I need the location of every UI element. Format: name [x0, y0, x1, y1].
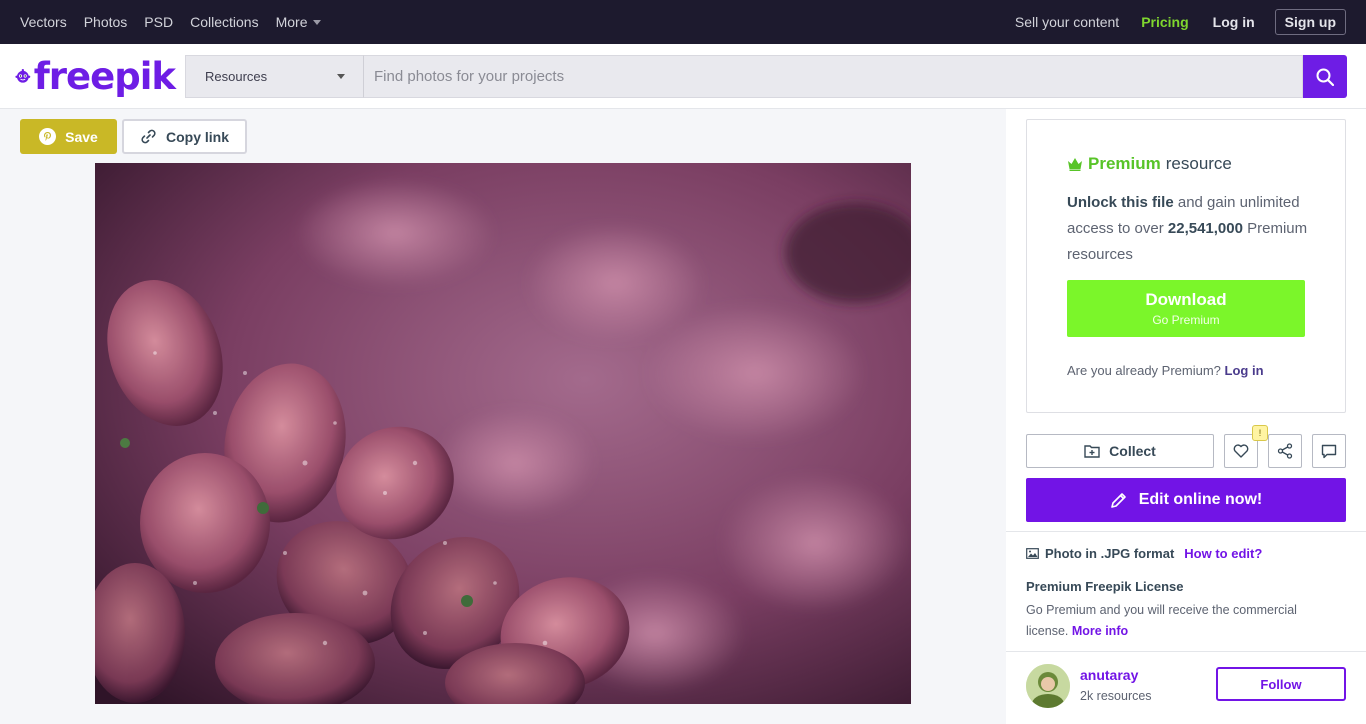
search-bar: Resources: [185, 55, 1347, 98]
collect-label: Collect: [1109, 443, 1156, 459]
search-button[interactable]: [1303, 55, 1347, 98]
author-block: anutaray 2k resources Follow: [1026, 664, 1346, 710]
premium-login-link[interactable]: Log in: [1225, 363, 1264, 378]
nav-more-label: More: [275, 14, 308, 30]
sidebar-panel: Premium resource Unlock this file and ga…: [1006, 109, 1366, 724]
nav-sell-content[interactable]: Sell your content: [1015, 14, 1119, 30]
premium-card: Premium resource Unlock this file and ga…: [1026, 119, 1346, 413]
link-icon: [141, 129, 156, 144]
download-button[interactable]: Download Go Premium: [1067, 280, 1305, 337]
crown-icon: [1068, 158, 1082, 171]
nav-pricing[interactable]: Pricing: [1141, 14, 1188, 30]
edit-online-label: Edit online now!: [1138, 491, 1263, 508]
edit-online-button[interactable]: Edit online now!: [1026, 478, 1346, 522]
comment-button[interactable]: [1312, 434, 1346, 468]
comment-icon: [1321, 444, 1337, 458]
more-info-link[interactable]: More info: [1072, 624, 1128, 638]
author-resource-count: 2k resources: [1080, 689, 1152, 703]
copy-link-label: Copy link: [165, 128, 229, 145]
save-pinterest-button[interactable]: Save: [20, 119, 117, 154]
divider: [1006, 651, 1366, 652]
collect-button[interactable]: Collect: [1026, 434, 1214, 468]
already-premium: Are you already Premium? Log in: [1067, 363, 1264, 378]
action-row: Collect: [1026, 434, 1346, 468]
pinterest-icon: [39, 128, 57, 145]
author-avatar-image: [1026, 664, 1070, 708]
logo-text: freepik: [33, 54, 176, 98]
nav-vectors[interactable]: Vectors: [20, 14, 67, 30]
nav-photos[interactable]: Photos: [84, 14, 128, 30]
lilac-flowers-photo: [95, 163, 911, 704]
license-title: Premium Freepik License: [1026, 579, 1184, 594]
search-icon: [1316, 68, 1334, 86]
freepik-logo[interactable]: freepik: [15, 54, 176, 98]
folder-plus-icon: [1084, 445, 1100, 458]
file-format: Photo in .JPG format: [1045, 546, 1175, 561]
preview-area: Save Copy link: [0, 109, 1006, 724]
license-text: Go Premium and you will receive the comm…: [1026, 600, 1326, 642]
heart-icon: [1233, 444, 1249, 458]
top-nav-right: Sell your content Pricing Log in Sign up: [993, 9, 1346, 35]
author-name[interactable]: anutaray: [1080, 667, 1138, 683]
nav-psd[interactable]: PSD: [144, 14, 173, 30]
follow-button[interactable]: Follow: [1216, 667, 1346, 701]
save-label: Save: [65, 128, 98, 145]
notification-badge: !: [1252, 425, 1268, 441]
download-sublabel: Go Premium: [1152, 313, 1220, 327]
license-description: Go Premium and you will receive the comm…: [1026, 603, 1297, 638]
premium-word: Premium: [1088, 154, 1161, 173]
top-nav: Vectors Photos PSD Collections More Sell…: [0, 0, 1366, 44]
freepik-mascot-icon: [15, 68, 31, 83]
search-input[interactable]: [364, 55, 1303, 98]
format-row: Photo in .JPG format How to edit?: [1026, 546, 1262, 561]
top-nav-left: Vectors Photos PSD Collections More: [20, 14, 338, 30]
premium-heading: Premium resource: [1067, 154, 1232, 174]
nav-login[interactable]: Log in: [1213, 14, 1255, 30]
search-header: freepik Resources: [0, 44, 1366, 109]
nav-collections[interactable]: Collections: [190, 14, 258, 30]
resource-count: 22,541,000: [1167, 220, 1243, 237]
nav-more[interactable]: More: [276, 14, 322, 30]
premium-description: Unlock this file and gain unlimited acce…: [1067, 190, 1317, 268]
unlock-bold: Unlock this file: [1067, 194, 1174, 211]
how-to-edit-link[interactable]: How to edit?: [1184, 546, 1262, 561]
chevron-down-icon: [313, 19, 322, 25]
signup-button[interactable]: Sign up: [1274, 9, 1346, 35]
resource-word: resource: [1165, 154, 1232, 173]
already-premium-text: Are you already Premium?: [1067, 363, 1221, 378]
download-label: Download: [1145, 290, 1227, 309]
divider: [1006, 531, 1366, 532]
resource-type-label: Resources: [205, 69, 268, 84]
copy-link-button[interactable]: Copy link: [122, 119, 247, 154]
preview-image[interactable]: [95, 163, 911, 704]
share-button[interactable]: [1268, 434, 1302, 468]
pencil-icon: [1110, 492, 1126, 508]
avatar[interactable]: [1026, 664, 1070, 708]
resource-type-select[interactable]: Resources: [185, 55, 364, 98]
image-icon: [1026, 548, 1039, 559]
chevron-down-icon: [337, 74, 345, 79]
share-icon: [1277, 443, 1293, 459]
